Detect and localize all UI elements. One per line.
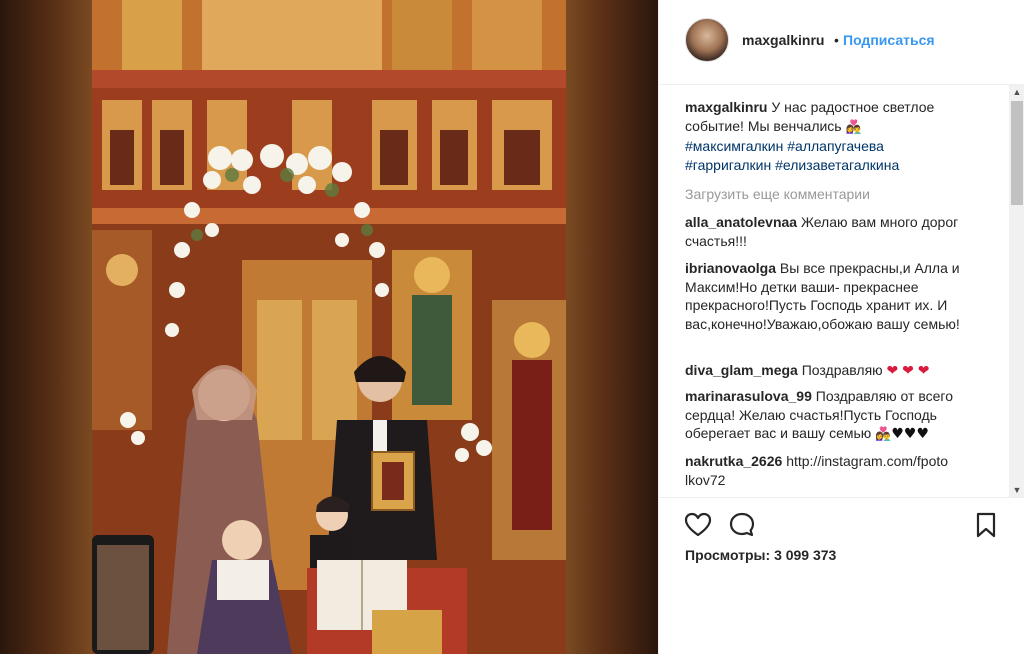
post-sidebar: maxgalkinru • Подписаться maxgalkinru У … xyxy=(658,0,1024,654)
comment-username[interactable]: diva_glam_mega xyxy=(685,362,798,378)
hashtag-link[interactable]: #елизаветагалкина xyxy=(775,157,899,173)
couple-emoji-icon: 👩‍❤️‍👨 xyxy=(875,427,892,442)
views-label: Просмотры: xyxy=(685,547,771,563)
hashtag-link[interactable]: #максимгалкин xyxy=(685,138,783,154)
avatar[interactable] xyxy=(685,18,729,62)
bookmark-icon[interactable] xyxy=(971,510,1001,540)
heart-emoji-icon: ❤ xyxy=(917,363,930,379)
speech-bubble-icon[interactable] xyxy=(727,510,757,540)
scrollbar-thumb[interactable] xyxy=(1011,101,1023,205)
comment-item: diva_glam_mega Поздравляю ❤ ❤ ❤ xyxy=(685,361,985,381)
views-count: Просмотры: 3 099 373 xyxy=(685,547,836,563)
video-frame[interactable] xyxy=(92,0,566,654)
header-separator: • xyxy=(834,32,839,48)
heart-emoji-icon: ❤ xyxy=(886,363,899,379)
comment-username[interactable]: marinarasulova_99 xyxy=(685,388,812,404)
follow-button[interactable]: Подписаться xyxy=(843,32,935,48)
comment-item: alla_anatolevnaa Желаю вам много дорог с… xyxy=(685,213,985,250)
post-video[interactable] xyxy=(0,0,658,654)
heart-emoji-icon: ❤ xyxy=(902,363,914,379)
comment-text: Поздравляю xyxy=(801,362,883,378)
black-heart-emoji-icon: ♥♥♥ xyxy=(891,426,930,442)
post-header: maxgalkinru • Подписаться xyxy=(659,0,1024,85)
caption: maxgalkinru У нас радостное светлое собы… xyxy=(685,98,985,174)
comment-username[interactable]: nakrutka_2626 xyxy=(685,453,782,469)
caption-username[interactable]: maxgalkinru xyxy=(685,99,767,115)
header-username[interactable]: maxgalkinru xyxy=(742,32,824,48)
scroll-up-arrow-icon[interactable]: ▲ xyxy=(1009,85,1024,99)
comment-username[interactable]: ibrianovaolga xyxy=(685,260,776,276)
video-blur-left xyxy=(0,0,92,654)
views-number: 3 099 373 xyxy=(774,547,837,563)
hashtag-link[interactable]: #аллапугачева xyxy=(787,138,884,154)
comment-username[interactable]: alla_anatolevnaa xyxy=(685,214,797,230)
hashtag-link[interactable]: #гарригалкин xyxy=(685,157,771,173)
comment-item: nakrutka_2626 http://instagram.com/fpoto… xyxy=(685,452,985,489)
comments-scrollbar[interactable]: ▲ ▼ xyxy=(1009,85,1024,497)
heart-outline-icon[interactable] xyxy=(683,510,713,540)
comment-item: marinarasulova_99 Поздравляю от всего се… xyxy=(685,387,985,445)
load-more-comments-button[interactable]: Загрузить еще комментарии xyxy=(685,186,870,202)
scroll-down-arrow-icon[interactable]: ▼ xyxy=(1009,483,1024,497)
comments-list[interactable]: maxgalkinru У нас радостное светлое собы… xyxy=(659,85,1009,497)
comment-item: ibrianovaolga Вы все прекрасны,и Алла и … xyxy=(685,259,985,333)
church-scene-image xyxy=(92,0,566,654)
video-blur-right xyxy=(566,0,658,654)
couple-emoji-icon: 👩‍❤️‍👨 xyxy=(845,119,862,135)
